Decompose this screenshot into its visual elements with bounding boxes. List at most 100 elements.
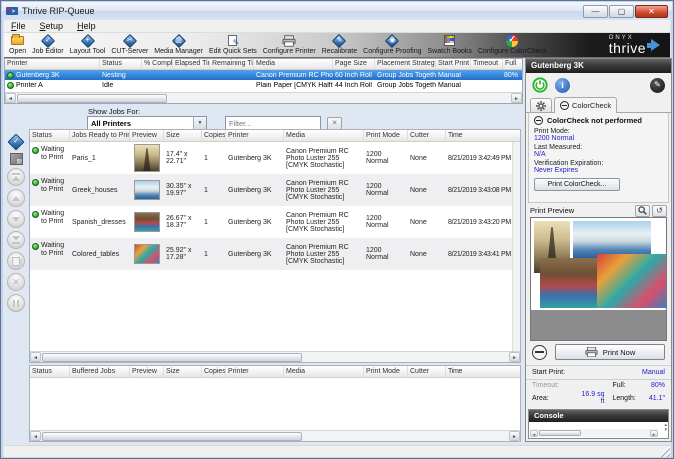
length-value: 41.1" xyxy=(639,395,666,402)
job-preview-thumbnail xyxy=(134,212,160,232)
console-title: Console xyxy=(529,410,668,422)
job-status-icon xyxy=(32,179,39,186)
duplicate-job-button[interactable] xyxy=(7,252,25,270)
app-icon xyxy=(6,5,18,17)
job-tools-strip: ✓ ✕ xyxy=(5,131,27,431)
toolbar-cut-server-button[interactable]: ✂ CUT-Server xyxy=(111,34,148,56)
title-bar: Thrive RIP-Queue — ▢ ✕ xyxy=(2,2,672,20)
start-print-label: Start Print: xyxy=(532,369,578,376)
console-hscrollbar[interactable]: ◄ ► xyxy=(530,429,658,437)
jobs-ready-table: Status Jobs Ready to Print Preview Size … xyxy=(29,129,521,363)
scroll-left-arrow[interactable]: ◄ xyxy=(30,352,41,362)
close-button[interactable]: ✕ xyxy=(635,5,668,18)
toolbar-configure-printer-button[interactable]: Configure Printer xyxy=(263,34,316,56)
pause-job-button[interactable] xyxy=(7,294,25,312)
job-preview-thumbnail xyxy=(134,144,160,172)
printer-row-printer-a[interactable]: Printer A Idle Plain Paper [CMYK Halfton… xyxy=(5,80,522,90)
printer-quick-actions: i ✎ xyxy=(526,73,671,97)
printer-power-icon[interactable] xyxy=(532,77,548,93)
last-measured-label: Last Measured: xyxy=(534,144,663,151)
colorcheck-status-icon xyxy=(560,101,569,110)
full-value: 80% xyxy=(639,382,666,389)
tab-colorcheck[interactable]: ColorCheck xyxy=(554,97,617,113)
job-status-icon xyxy=(32,147,39,154)
brand-arrow-icon xyxy=(651,39,660,51)
move-job-to-bottom-button[interactable] xyxy=(7,231,25,249)
preview-image-spanish-dresses xyxy=(540,258,604,308)
printer-table-hscrollbar[interactable]: ◄ ► xyxy=(5,92,522,103)
scroll-left-arrow[interactable]: ◄ xyxy=(5,93,16,103)
colorcheck-panel: ColorCheck not performed Print Mode: 120… xyxy=(528,113,669,203)
scroll-right-arrow[interactable]: ► xyxy=(511,93,522,103)
media-manager-icon: ▥ xyxy=(173,35,185,47)
job-row-paris-1[interactable]: Waiting to Print Paris_1 17.4" x 22.71" … xyxy=(30,142,520,174)
scroll-right-arrow[interactable]: ► xyxy=(509,431,520,441)
buffered-jobs-table: Status Buffered Jobs Preview Size Copies… xyxy=(29,365,521,442)
side-panel-printer-name: Gutenberg 3K xyxy=(526,59,671,73)
move-job-down-button[interactable] xyxy=(7,210,25,228)
scroll-right-arrow[interactable]: ► xyxy=(509,352,520,362)
delete-job-button[interactable]: ✕ xyxy=(7,273,25,291)
printer-info-icon[interactable]: i xyxy=(555,78,570,93)
toolbar-configure-proofing-button[interactable]: ◉ Configure Proofing xyxy=(363,34,421,56)
verification-expiration-label: Verification Expiration: xyxy=(534,160,663,167)
edit-printer-icon[interactable]: ✎ xyxy=(650,78,665,93)
main-toolbar: Open ✓ Job Editor + Layout Tool ✂ CUT-Se… xyxy=(4,33,670,58)
toolbar-edit-quick-sets-button[interactable]: ✎ Edit Quick Sets xyxy=(209,34,257,56)
scroll-right-arrow[interactable]: ► xyxy=(650,430,658,437)
menu-bar: File Setup Help xyxy=(4,20,670,33)
console-section: Console ▴▾ ◄ ► xyxy=(528,409,669,439)
scroll-thumb[interactable] xyxy=(42,432,302,441)
preview-reset-button[interactable]: ↺ xyxy=(652,205,667,217)
toolbar-swatch-books-button[interactable]: Swatch Books xyxy=(428,34,472,56)
resize-grip[interactable] xyxy=(659,446,670,457)
area-label: Area: xyxy=(532,395,578,402)
preview-zoom-button[interactable] xyxy=(635,205,650,217)
configure-proofing-icon: ◉ xyxy=(386,35,398,47)
job-preview-thumbnail xyxy=(134,244,160,264)
printer-table-header: Printer Status % Complete Elapsed Time R… xyxy=(5,59,522,70)
full-label: Full: xyxy=(605,382,639,389)
remove-from-nest-button[interactable] xyxy=(532,345,547,360)
toolbar-layout-tool-button[interactable]: + Layout Tool xyxy=(70,34,106,56)
job-row-colored-tables[interactable]: Waiting to Print Colored_tables 25.92" x… xyxy=(30,238,520,270)
print-colorcheck-button[interactable]: Print ColorCheck... xyxy=(534,178,620,191)
move-job-up-button[interactable] xyxy=(7,189,25,207)
menu-file[interactable]: File xyxy=(4,21,33,31)
maximize-button[interactable]: ▢ xyxy=(609,5,634,18)
colorcheck-status-icon xyxy=(534,116,543,125)
scroll-thumb[interactable] xyxy=(42,353,302,362)
start-print-value: Manual xyxy=(578,369,665,376)
toolbar-media-manager-button[interactable]: ▥ Media Manager xyxy=(154,34,203,56)
menu-help[interactable]: Help xyxy=(70,21,103,31)
toolbar-open-button[interactable]: Open xyxy=(9,34,26,56)
scroll-thumb[interactable] xyxy=(539,430,581,436)
console-vscroll-arrows[interactable]: ▴▾ xyxy=(664,423,667,433)
job-row-spanish-dresses[interactable]: Waiting to Print Spanish_dresses 26.67" … xyxy=(30,206,520,238)
job-info-button[interactable] xyxy=(10,153,23,165)
magnifier-icon xyxy=(638,206,647,215)
print-preview-canvas[interactable] xyxy=(530,217,667,341)
tab-printer-settings[interactable] xyxy=(530,98,552,112)
console-output[interactable]: ▴▾ ◄ ► xyxy=(529,422,668,438)
edit-job-button[interactable]: ✓ xyxy=(8,133,25,150)
menu-setup[interactable]: Setup xyxy=(33,21,71,31)
printer-icon xyxy=(585,347,598,357)
print-now-button[interactable]: Print Now xyxy=(555,344,665,360)
minimize-button[interactable]: — xyxy=(583,5,608,18)
toolbar-job-editor-button[interactable]: ✓ Job Editor xyxy=(32,34,64,56)
colorcheck-status-heading: ColorCheck not performed xyxy=(547,116,642,125)
onyx-thrive-logo: ONYX thrive xyxy=(609,35,660,55)
scroll-thumb[interactable] xyxy=(17,94,167,103)
buffered-table-hscrollbar[interactable]: ◄ ► xyxy=(30,430,520,441)
jobs-table-hscrollbar[interactable]: ◄ ► xyxy=(30,351,520,362)
layout-tool-icon: + xyxy=(82,35,94,47)
scroll-left-arrow[interactable]: ◄ xyxy=(30,431,41,441)
toolbar-recalibrate-button[interactable]: ✎ Recalibrate xyxy=(322,34,357,56)
scroll-left-arrow[interactable]: ◄ xyxy=(530,430,538,437)
toolbar-configure-colorcheck-button[interactable]: ✓ Configure ColorCheck xyxy=(478,34,547,56)
job-row-greek-houses[interactable]: Waiting to Print Greek_houses 30.35" x 1… xyxy=(30,174,520,206)
jobs-table-vscrollbar[interactable] xyxy=(512,142,520,351)
printer-row-gutenberg-3k[interactable]: Gutenberg 3K Nesting Canon Premium RC Ph… xyxy=(5,70,522,80)
move-job-to-top-button[interactable] xyxy=(7,168,25,186)
